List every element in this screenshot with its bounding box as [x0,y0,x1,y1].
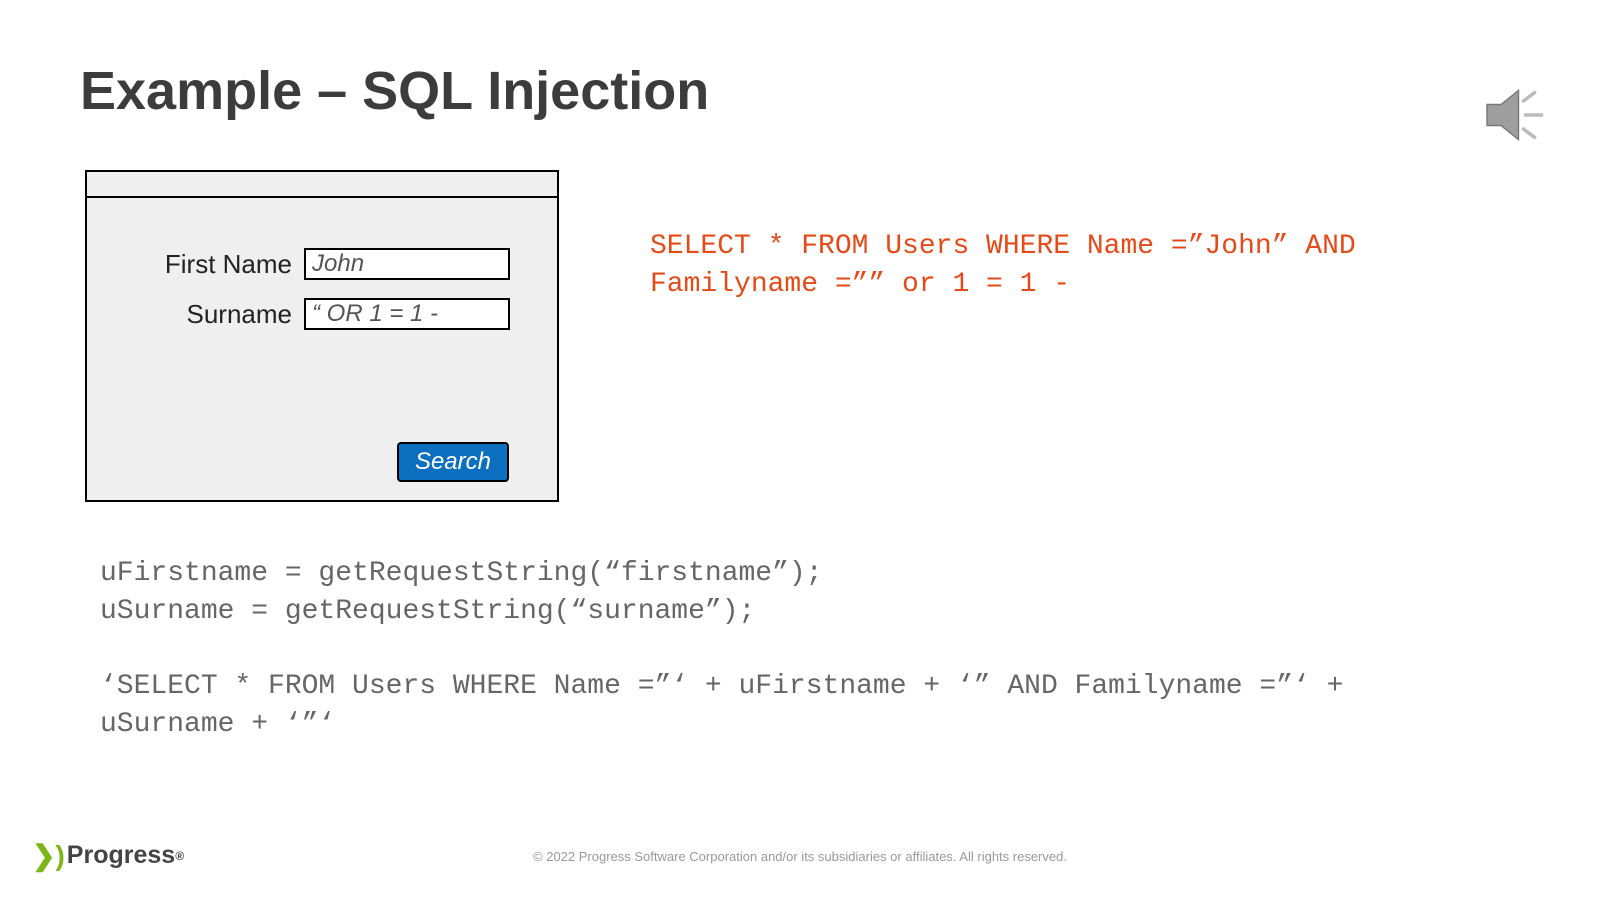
first-name-input[interactable] [304,248,510,280]
search-button[interactable]: Search [397,442,509,482]
form-titlebar [87,172,557,198]
sql-result-text: SELECT * FROM Users WHERE Name =”John” A… [650,228,1356,304]
speaker-icon [1480,80,1550,150]
slide-title: Example – SQL Injection [80,60,709,122]
code-snippet: uFirstname = getRequestString(“firstname… [100,555,1500,744]
surname-label: Surname [127,299,292,330]
footer-copyright: © 2022 Progress Software Corporation and… [0,849,1600,864]
search-form-window: First Name Surname Search [85,170,559,502]
first-name-label: First Name [127,249,292,280]
surname-input[interactable] [304,298,510,330]
